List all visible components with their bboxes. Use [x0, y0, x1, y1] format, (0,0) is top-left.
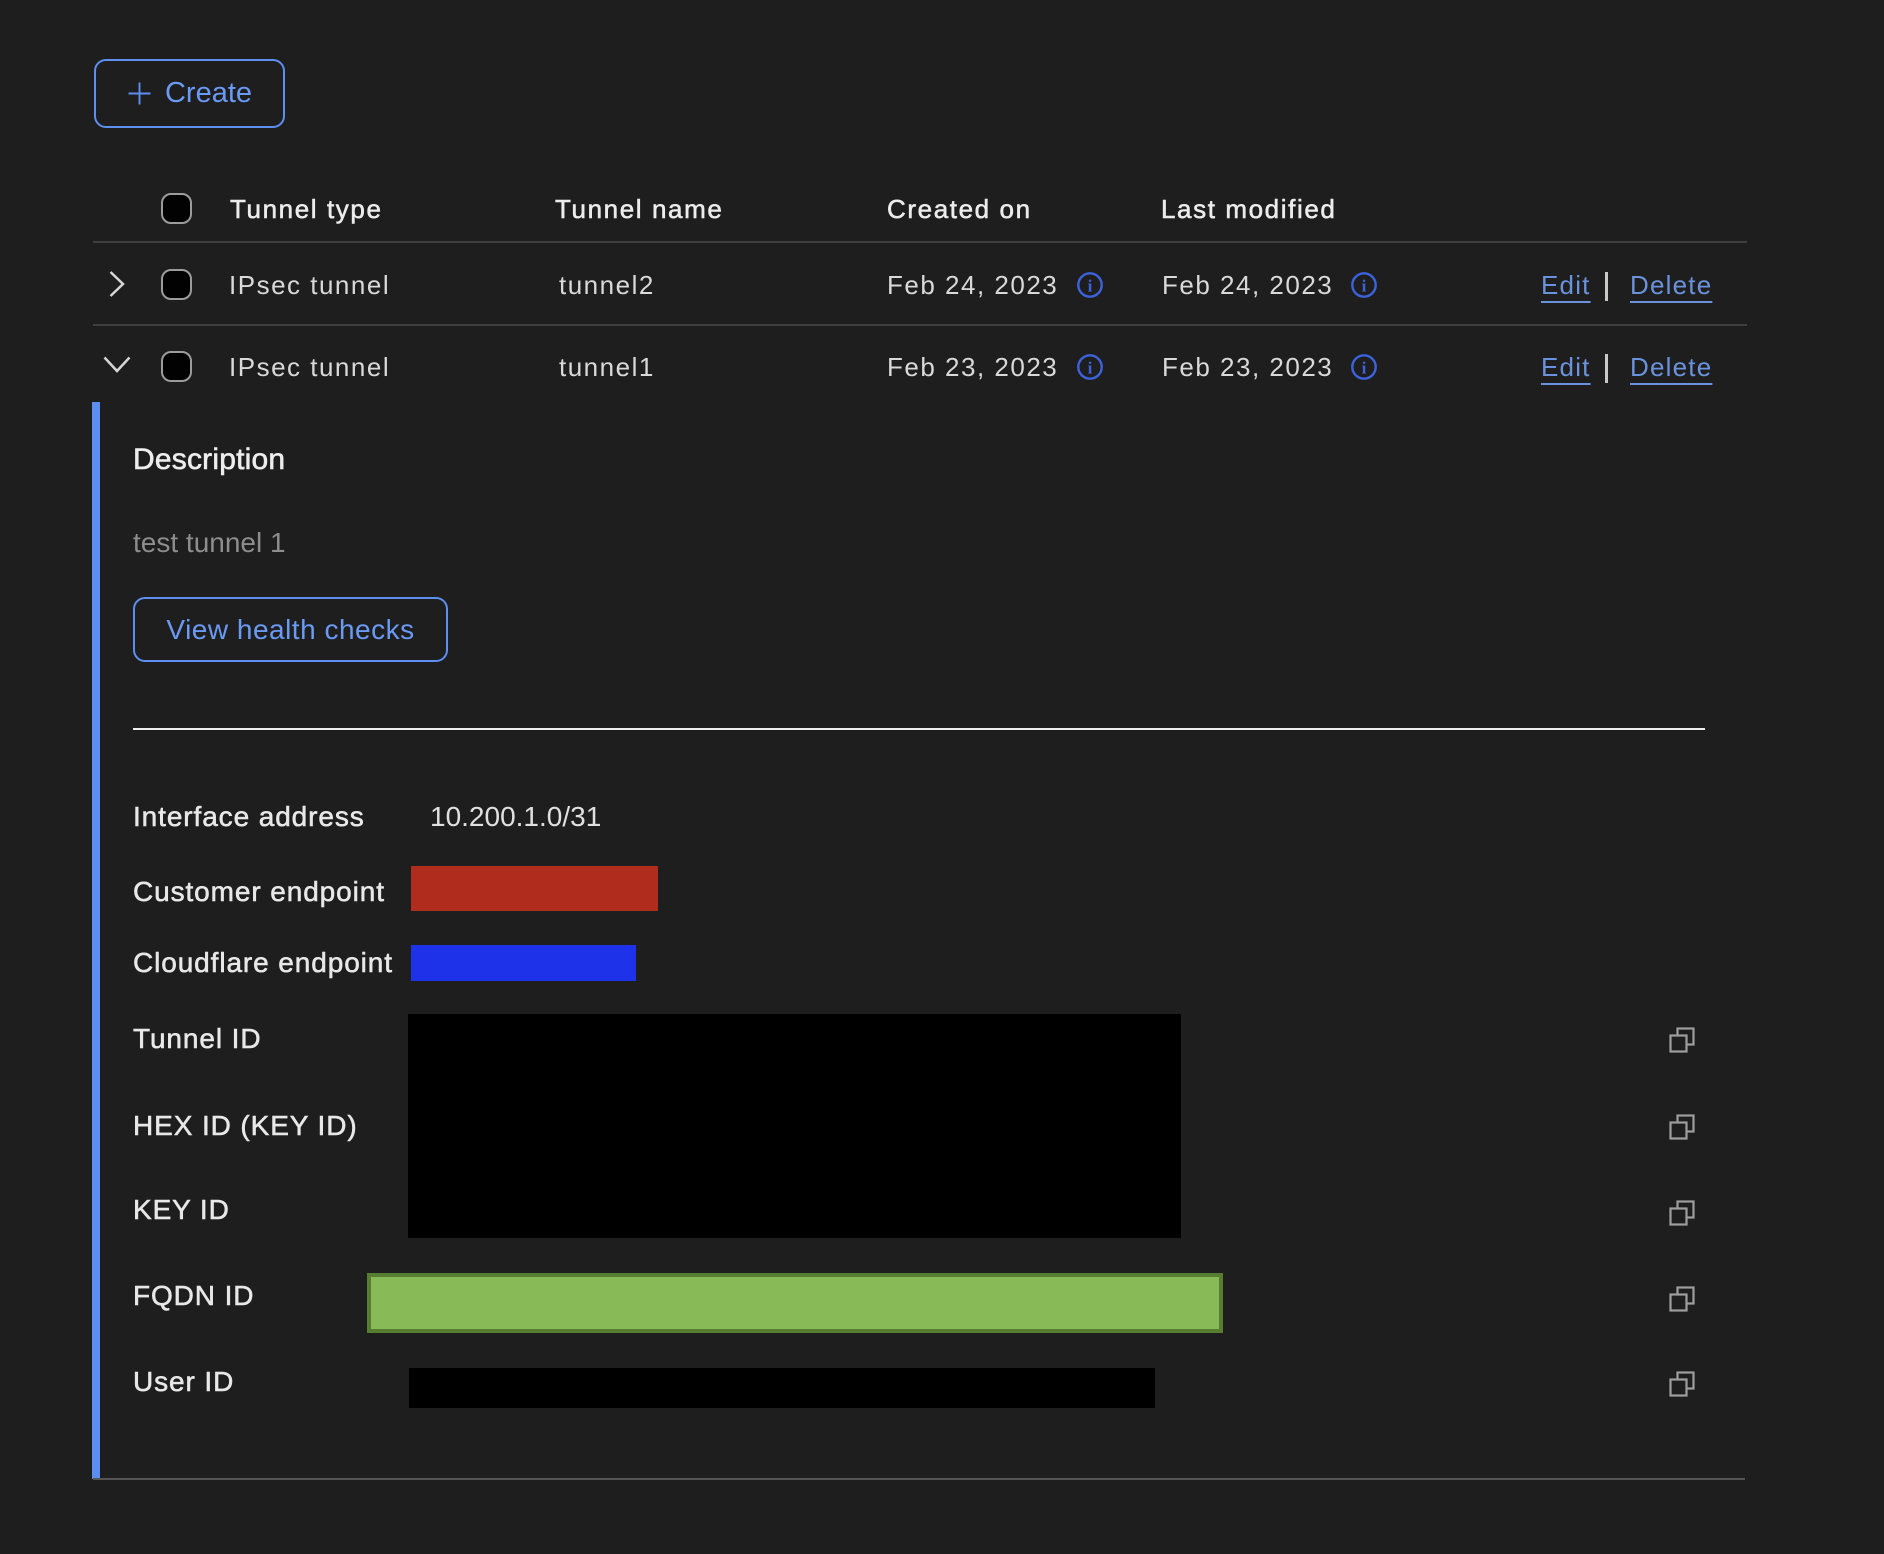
svg-text:i: i [1088, 277, 1093, 296]
svg-text:i: i [1088, 359, 1093, 378]
svg-text:i: i [1362, 359, 1367, 378]
svg-text:i: i [1362, 277, 1367, 296]
